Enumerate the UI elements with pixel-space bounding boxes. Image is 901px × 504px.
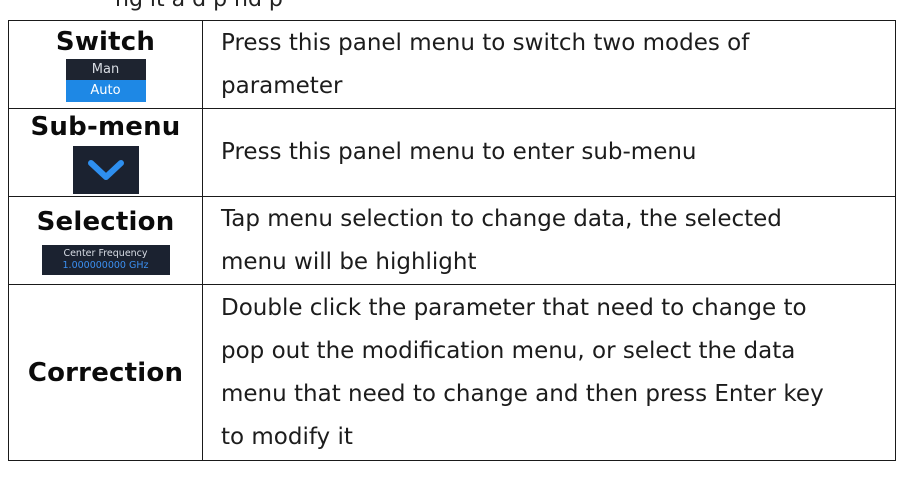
table-row: Switch Man Auto Press this panel menu to… [8, 20, 896, 109]
table-row: Sub-menu Press this panel menu to enter … [8, 108, 896, 197]
desc-line: to modify it [221, 423, 353, 450]
submenu-cell: Sub-menu [8, 108, 203, 197]
selection-widget[interactable]: Center Frequency 1.000000000 GHz [41, 244, 170, 275]
table-row: Selection Center Frequency 1.000000000 G… [8, 196, 896, 285]
chevron-down-icon [87, 159, 124, 180]
selection-cell: Selection Center Frequency 1.000000000 G… [8, 196, 203, 285]
selection-label: Center Frequency [63, 247, 148, 259]
submenu-title: Sub-menu [30, 111, 181, 142]
switch-cell: Switch Man Auto [8, 20, 203, 109]
table-row: Correction Double click the parameter th… [8, 284, 896, 461]
switch-widget[interactable]: Man Auto [65, 59, 146, 102]
correction-description: Double click the parameter that need to … [202, 284, 896, 461]
desc-line: Double click the parameter that need to … [221, 294, 807, 321]
correction-cell: Correction [8, 284, 203, 461]
correction-title: Correction [27, 357, 184, 388]
switch-description: Press this panel menu to switch two mode… [202, 20, 896, 109]
submenu-button[interactable] [72, 145, 139, 194]
selection-description: Tap menu selection to change data, the s… [202, 196, 896, 285]
switch-auto-option[interactable]: Auto [65, 80, 146, 102]
cropped-caption: ng it a d p nd p [115, 0, 283, 13]
desc-line: parameter [221, 72, 343, 99]
desc-line: Tap menu selection to change data, the s… [221, 205, 782, 232]
desc-line: Press this panel menu to switch two mode… [221, 29, 750, 56]
desc-line: menu will be highlight [221, 248, 477, 275]
desc-line: pop out the modification menu, or select… [221, 337, 796, 364]
desc-line: Press this panel menu to enter sub-menu [221, 139, 697, 165]
switch-title: Switch [55, 27, 156, 57]
switch-man-option[interactable]: Man [65, 59, 146, 80]
selection-title: Selection [36, 206, 175, 237]
operation-table: Switch Man Auto Press this panel menu to… [8, 20, 896, 461]
selection-value: 1.000000000 GHz [62, 259, 149, 271]
submenu-description: Press this panel menu to enter sub-menu [202, 108, 896, 197]
desc-line: menu that need to change and then press … [221, 380, 824, 407]
